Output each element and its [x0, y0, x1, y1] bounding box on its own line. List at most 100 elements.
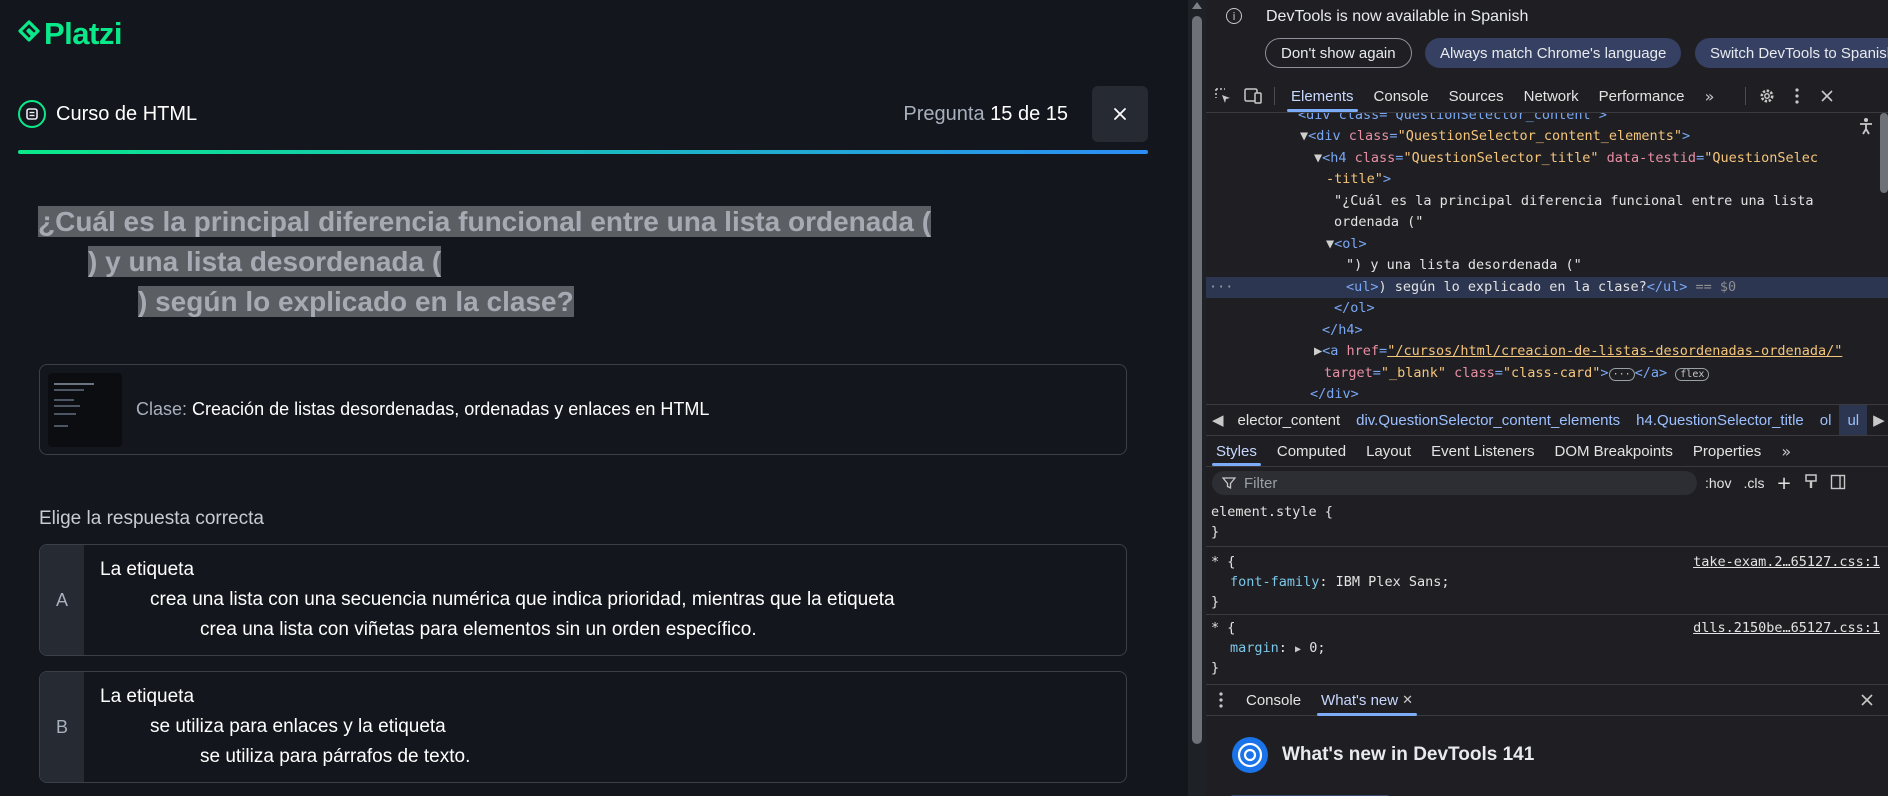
expand-triangle-icon[interactable]: ▼ [1326, 236, 1334, 252]
choose-answer-label: Elige la respuesta correcta [39, 508, 264, 529]
class-toggle[interactable]: .cls [1743, 475, 1764, 491]
dom-node[interactable]: </ol> [1334, 298, 1375, 320]
more-tabs-icon[interactable]: » [1695, 80, 1725, 112]
whats-new-title: What's new in DevTools 141 [1282, 744, 1535, 765]
dom-node[interactable]: ▼<h4 class="QuestionSelector_title" data… [1314, 148, 1818, 170]
style-source-link[interactable]: dlls.2150be…65127.css:1 [1693, 618, 1880, 638]
tab-styles[interactable]: Styles [1206, 436, 1267, 466]
switch-to-spanish-button[interactable]: Switch DevTools to Spanish [1695, 38, 1888, 68]
collapse-triangle-icon[interactable]: ▶ [1314, 343, 1322, 359]
tab-computed[interactable]: Computed [1267, 436, 1356, 466]
dom-node[interactable]: -title"> [1326, 169, 1391, 191]
dom-text: ) según lo explicado en la clase? [1378, 279, 1647, 295]
style-rule-margin[interactable]: * { dlls.2150be…65127.css:1 margin: ▶ 0;… [1206, 618, 1888, 678]
answer-option-a[interactable]: A La etiqueta crea una lista con una sec… [39, 544, 1127, 656]
dom-text-node[interactable]: "¿Cuál es la principal diferencia funcio… [1334, 191, 1814, 213]
dom-node[interactable]: ▶<a href="/cursos/html/creacion-de-lista… [1314, 341, 1842, 363]
tab-dom-breakpoints[interactable]: DOM Breakpoints [1545, 436, 1683, 466]
style-rule-font-family[interactable]: * { take-exam.2…65127.css:1 font-family:… [1206, 552, 1888, 615]
paint-brush-icon[interactable] [1804, 473, 1818, 493]
dom-node[interactable]: </h4> [1322, 320, 1363, 342]
tab-performance[interactable]: Performance [1589, 80, 1695, 112]
dom-attr-value: -title" [1326, 171, 1383, 187]
style-value[interactable]: 0; [1309, 640, 1325, 656]
node-actions-icon[interactable]: ··· [1209, 277, 1233, 299]
expand-shorthand-icon[interactable]: ▶ [1295, 644, 1301, 655]
close-devtools-icon[interactable] [1812, 80, 1842, 112]
platzi-logo[interactable]: Platzi [18, 16, 122, 52]
drawer-tab-whats-new[interactable]: What's new ✕ [1311, 684, 1423, 716]
close-drawer-icon[interactable] [1852, 684, 1882, 716]
dom-node[interactable]: ▼<div class="QuestionSelector_content_el… [1300, 126, 1690, 148]
option-letter: A [40, 545, 84, 655]
dom-node[interactable]: target="_blank" class="class-card"> ··· </… [1324, 363, 1710, 386]
dom-scrollbar-thumb[interactable] [1880, 113, 1888, 193]
dom-tag: <div [1308, 128, 1349, 144]
dom-text-node[interactable]: ordenada (" [1334, 212, 1423, 234]
drawer-menu-icon[interactable] [1206, 684, 1236, 716]
question-counter-value: 15 de 15 [990, 102, 1068, 125]
inspect-element-icon[interactable] [1208, 80, 1238, 112]
toggle-sidebar-icon[interactable] [1830, 474, 1846, 493]
close-exam-button[interactable] [1092, 86, 1148, 142]
breadcrumb-item[interactable]: elector_content [1230, 412, 1349, 429]
close-tab-icon[interactable]: ✕ [1402, 693, 1413, 708]
infobar-message: DevTools is now available in Spanish [1266, 8, 1529, 25]
breadcrumb-item[interactable]: ol [1812, 412, 1840, 429]
dom-node[interactable]: </div> [1310, 384, 1359, 403]
style-value[interactable]: IBM Plex Sans; [1336, 574, 1450, 590]
tab-network[interactable]: Network [1514, 80, 1589, 112]
tab-properties[interactable]: Properties [1683, 436, 1771, 466]
settings-gear-icon[interactable] [1752, 80, 1782, 112]
style-source-link[interactable]: take-exam.2…65127.css:1 [1693, 552, 1880, 572]
dom-node[interactable]: <div class="QuestionSelector_content"> [1298, 113, 1607, 127]
styles-filter-input[interactable]: Filter [1212, 471, 1697, 495]
exam-page: Platzi Curso de HTML Pregunta 15 de 15 ¿… [0, 0, 1188, 796]
breadcrumb-item-active[interactable]: ul [1839, 405, 1868, 435]
breadcrumb-item[interactable]: h4.QuestionSelector_title [1628, 412, 1812, 429]
tab-console[interactable]: Console [1364, 80, 1439, 112]
hover-state-toggle[interactable]: :hov [1705, 475, 1731, 491]
device-toolbar-icon[interactable] [1238, 80, 1268, 112]
style-property[interactable]: margin [1230, 640, 1279, 656]
add-rule-icon[interactable]: + [1776, 473, 1791, 494]
style-selector: element.style { [1211, 504, 1333, 520]
more-sub-tabs-icon[interactable]: » [1771, 435, 1801, 467]
style-rule-element[interactable]: element.style { } [1206, 502, 1888, 547]
scroll-up-icon[interactable] [1192, 2, 1202, 9]
match-chrome-language-button[interactable]: Always match Chrome's language [1425, 38, 1682, 68]
exam-progress-bar [18, 150, 1148, 154]
dom-tree[interactable]: <div class="QuestionSelector_content"> ▼… [1206, 113, 1888, 403]
dom-node[interactable]: ▼<ol> [1326, 234, 1367, 256]
option-text: La etiqueta se utiliza para enlaces y la… [84, 672, 486, 782]
breadcrumb-scroll-right-icon[interactable]: ▶ [1867, 411, 1888, 429]
breadcrumb-scroll-left-icon[interactable]: ◀ [1206, 411, 1230, 429]
page-scrollbar[interactable] [1188, 0, 1206, 796]
scrollbar-thumb[interactable] [1192, 16, 1202, 744]
tab-sources[interactable]: Sources [1439, 80, 1514, 112]
expand-triangle-icon[interactable]: ▼ [1300, 128, 1308, 144]
tab-elements[interactable]: Elements [1281, 80, 1364, 112]
class-card[interactable]: Clase: Creación de listas desordenadas, … [39, 364, 1127, 455]
answer-option-b[interactable]: B La etiqueta se utiliza para enlaces y … [39, 671, 1127, 783]
accessibility-icon[interactable] [1858, 117, 1874, 143]
tab-event-listeners[interactable]: Event Listeners [1421, 436, 1544, 466]
dom-tag: </ol> [1334, 300, 1375, 316]
more-options-icon[interactable] [1782, 80, 1812, 112]
expand-triangle-icon[interactable]: ▼ [1314, 150, 1322, 166]
dom-node-selected[interactable]: ··· <ul>) según lo explicado en la clase… [1206, 277, 1888, 298]
ellipsis-badge-icon[interactable]: ··· [1608, 368, 1635, 381]
breadcrumb-item[interactable]: div.QuestionSelector_content_elements [1348, 412, 1628, 429]
dom-tag: </a> [1634, 365, 1668, 381]
class-card-name: Creación de listas desordenadas, ordenad… [192, 399, 710, 419]
drawer-tab-console[interactable]: Console [1236, 684, 1311, 716]
style-property[interactable]: font-family [1230, 574, 1319, 590]
dont-show-again-button[interactable]: Don't show again [1265, 38, 1412, 68]
dom-link[interactable]: "/cursos/html/creacion-de-listas-desorde… [1387, 343, 1842, 359]
tab-layout[interactable]: Layout [1356, 436, 1421, 466]
class-card-text: Clase: Creación de listas desordenadas, … [136, 399, 709, 420]
close-icon [1114, 108, 1126, 120]
dom-text-node[interactable]: ") y una lista desordenada (" [1346, 255, 1582, 277]
flex-badge[interactable]: flex [1675, 368, 1710, 381]
question-text: ¿Cuál es la principal diferencia funcion… [38, 202, 998, 322]
